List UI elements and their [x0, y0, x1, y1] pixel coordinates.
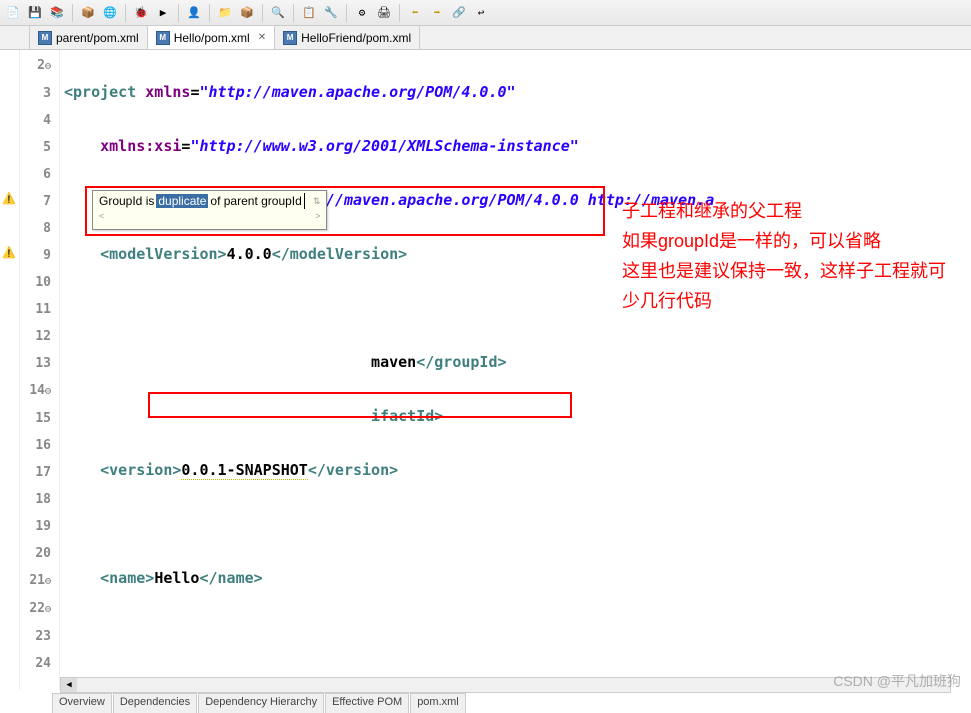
line-num: 2⊖	[20, 52, 51, 80]
line-num: 5	[20, 134, 51, 161]
code-line: ifactId>	[64, 403, 971, 430]
line-num: 23	[20, 623, 51, 650]
editor-area: ⚠️ ⚠️ 2⊖ 3 4 5 6 7 8 9 10 11 12 13 14⊖ 1…	[0, 50, 971, 690]
tab-parent-pom[interactable]: M parent/pom.xml	[30, 26, 148, 49]
line-num: 11	[20, 296, 51, 323]
bottom-tabs: Overview Dependencies Dependency Hierarc…	[52, 693, 467, 713]
code-line: <name>Hello</name>	[64, 565, 971, 592]
tab-hello-pom[interactable]: M Hello/pom.xml ✕	[148, 26, 275, 49]
line-num: 10	[20, 269, 51, 296]
forward-icon[interactable]: ➡	[428, 4, 446, 22]
save-all-icon[interactable]: 📚	[48, 4, 66, 22]
close-icon[interactable]: ✕	[258, 32, 266, 43]
btab-overview[interactable]: Overview	[52, 693, 112, 713]
package-icon[interactable]: 📦	[238, 4, 256, 22]
tool-icon[interactable]: ⚙	[353, 4, 371, 22]
btab-pomxml[interactable]: pom.xml	[410, 693, 466, 713]
line-num: 9	[20, 242, 51, 269]
line-num: 19	[20, 513, 51, 540]
annotation-line: 这里也是建议保持一致，这样子工程就可少几行代码	[622, 256, 962, 316]
code-line: <version>0.0.1-SNAPSHOT</version>	[64, 457, 971, 484]
code-line	[64, 619, 971, 646]
maven-icon: M	[156, 31, 170, 45]
annotation-text: 子工程和继承的父工程 如果groupId是一样的，可以省略 这里也是建议保持一致…	[622, 196, 962, 316]
tab-hellofriend-pom[interactable]: M HelloFriend/pom.xml	[275, 26, 420, 49]
tool-icon[interactable]: 🌐	[101, 4, 119, 22]
new-icon[interactable]: 📄	[4, 4, 22, 22]
line-num: 12	[20, 323, 51, 350]
toolbar: 📄 💾 📚 📦 🌐 🐞 ▶ 👤 📁 📦 🔍 📋 🔧 ⚙ 🖨 ⬅ ➡ 🔗 ↩	[0, 0, 971, 26]
btab-hierarchy[interactable]: Dependency Hierarchy	[198, 693, 324, 713]
scroll-left-icon[interactable]: ◀	[61, 678, 77, 692]
line-num: 17	[20, 459, 51, 486]
warning-icon[interactable]: ⚠️	[2, 246, 18, 262]
nav-right-icon[interactable]: >	[315, 211, 320, 221]
line-num: 13	[20, 350, 51, 377]
separator	[262, 4, 263, 22]
separator	[399, 4, 400, 22]
run-icon[interactable]: ▶	[154, 4, 172, 22]
code-line: <project xmlns="http://maven.apache.org/…	[64, 79, 971, 106]
separator	[209, 4, 210, 22]
tooltip-post: of parent groupId	[210, 194, 301, 208]
annotation-line: 子工程和继承的父工程	[622, 196, 962, 226]
tool-icon[interactable]: 🔗	[450, 4, 468, 22]
tooltip-pre: GroupId is	[99, 194, 154, 208]
text-cursor	[304, 193, 305, 209]
hover-tooltip: GroupId is duplicate of parent groupId ⇅…	[92, 190, 327, 230]
debug-icon[interactable]: 🐞	[132, 4, 150, 22]
line-num: 18	[20, 486, 51, 513]
maven-icon: M	[38, 31, 52, 45]
line-num: 22⊖	[20, 595, 51, 623]
folder-icon[interactable]: 📁	[216, 4, 234, 22]
warning-icon[interactable]: ⚠️	[2, 192, 18, 208]
line-num: 24	[20, 650, 51, 677]
tool-icon[interactable]: 📦	[79, 4, 97, 22]
separator	[346, 4, 347, 22]
separator	[125, 4, 126, 22]
horizontal-scrollbar[interactable]: ◀	[60, 677, 951, 693]
tool-icon[interactable]: ↩	[472, 4, 490, 22]
code-editor[interactable]: <project xmlns="http://maven.apache.org/…	[60, 50, 971, 690]
code-line: maven</groupId>	[64, 349, 971, 376]
user-icon[interactable]: 👤	[185, 4, 203, 22]
annotation-line: 如果groupId是一样的，可以省略	[622, 226, 962, 256]
marker-gutter: ⚠️ ⚠️	[0, 50, 20, 690]
line-num: 16	[20, 432, 51, 459]
code-line	[64, 511, 971, 538]
nav-left-icon[interactable]: <	[99, 211, 104, 221]
line-num: 21⊖	[20, 567, 51, 595]
tool-icon[interactable]: 📋	[300, 4, 318, 22]
tool-icon[interactable]: 🔧	[322, 4, 340, 22]
line-num: 3	[20, 80, 51, 107]
separator	[178, 4, 179, 22]
tooltip-highlight: duplicate	[156, 194, 208, 208]
btab-dependencies[interactable]: Dependencies	[113, 693, 197, 713]
save-icon[interactable]: 💾	[26, 4, 44, 22]
editor-tabs: M parent/pom.xml M Hello/pom.xml ✕ M Hel…	[0, 26, 971, 50]
line-num: 8	[20, 215, 51, 242]
tab-label: parent/pom.xml	[56, 31, 139, 45]
code-line: xmlns:xsi="http://www.w3.org/2001/XMLSch…	[64, 133, 971, 160]
tool-icon[interactable]: 🖨	[375, 4, 393, 22]
watermark: CSDN @平凡加班狗	[833, 671, 961, 691]
line-num: 14⊖	[20, 377, 51, 405]
line-num: 4	[20, 107, 51, 134]
separator	[293, 4, 294, 22]
btab-effective[interactable]: Effective POM	[325, 693, 409, 713]
tooltip-updown[interactable]: ⇅	[313, 196, 321, 207]
tab-label: Hello/pom.xml	[174, 31, 250, 45]
search-icon[interactable]: 🔍	[269, 4, 287, 22]
line-num: 7	[20, 188, 51, 215]
maven-icon: M	[283, 31, 297, 45]
line-num: 20	[20, 540, 51, 567]
line-num: 15	[20, 405, 51, 432]
tab-label: HelloFriend/pom.xml	[301, 31, 411, 45]
back-icon[interactable]: ⬅	[406, 4, 424, 22]
line-gutter: 2⊖ 3 4 5 6 7 8 9 10 11 12 13 14⊖ 15 16 1…	[20, 50, 60, 690]
separator	[72, 4, 73, 22]
line-num: 6	[20, 161, 51, 188]
tab-strip-left	[0, 26, 30, 49]
